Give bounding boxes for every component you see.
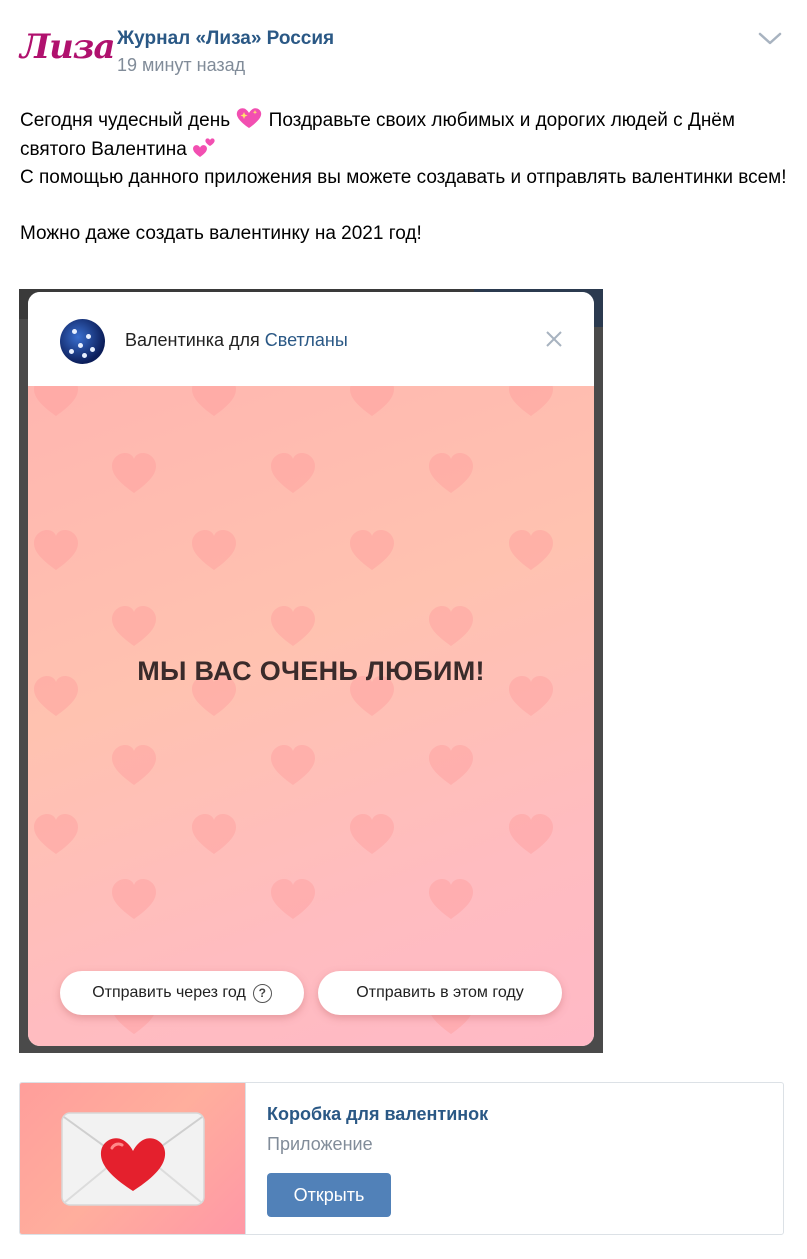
post-text-line3: Можно даже создать валентинку на 2021 го… [20,223,422,244]
valentine-card-body: МЫ ВАС ОЧЕНЬ ЛЮБИМ! Отправить через год?… [28,386,594,1046]
recipient-name[interactable]: Светланы [265,330,348,350]
valentine-message: МЫ ВАС ОЧЕНЬ ЛЮБИМ! [137,656,485,686]
send-this-year-label: Отправить в этом году [356,984,524,1001]
sparkling-heart-icon [237,108,262,128]
app-title[interactable]: Коробка для валентинок [267,1104,488,1125]
avatar[interactable] [60,319,105,364]
valentine-title-prefix: Валентинка для [125,330,265,350]
valentine-card-header: Валентинка для Светланы [28,292,594,386]
post-image[interactable]: Валентинка для Светланы МЫ ВАС ОЧЕНЬ ЛЮБ… [19,289,603,1053]
close-icon[interactable] [545,330,563,348]
app-thumbnail[interactable] [20,1083,246,1234]
valentine-card: Валентинка для Светланы МЫ ВАС ОЧЕНЬ ЛЮБ… [28,292,594,1046]
post-header: Лиза Журнал «Лиза» Россия 19 минут назад [0,0,807,90]
app-subtitle: Приложение [267,1134,373,1154]
send-next-year-button[interactable]: Отправить через год? [60,971,304,1015]
two-hearts-icon [193,138,215,157]
author-name[interactable]: Журнал «Лиза» Россия [117,28,334,50]
envelope-heart-icon [61,1112,205,1206]
post-text-line2: С помощью данного приложения вы можете с… [20,167,787,188]
help-icon[interactable]: ? [252,983,272,1003]
open-app-button[interactable]: Открыть [267,1173,391,1217]
post-text-line1a: Сегодня чудесный день [20,110,236,131]
send-this-year-button[interactable]: Отправить в этом году [318,971,562,1015]
app-attachment: Коробка для валентинок Приложение Открыт… [19,1082,784,1235]
post-time[interactable]: 19 минут назад [117,55,245,76]
chevron-down-icon[interactable] [757,28,783,48]
valentine-title: Валентинка для Светланы [125,330,348,351]
send-next-year-label: Отправить через год [92,984,246,1001]
post-text: Сегодня чудесный день Поздравьте своих л… [20,106,790,248]
hearts-pattern [34,386,553,1034]
community-logo[interactable]: Лиза [20,26,116,68]
